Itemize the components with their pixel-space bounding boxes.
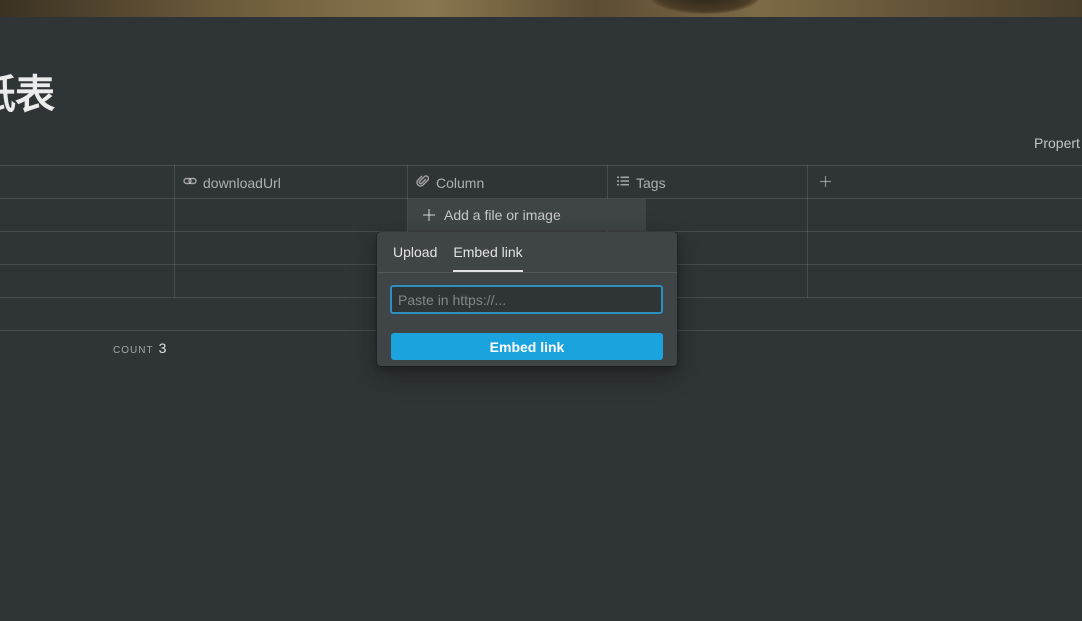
embed-url-input[interactable] [390,285,663,314]
cover-image [0,0,1082,17]
add-file-label: Add a file or image [444,207,561,223]
tab-embed-link[interactable]: Embed link [453,232,523,272]
column-header-column[interactable]: Column [416,166,484,199]
plus-icon [423,209,435,221]
paperclip-icon [416,174,430,191]
count-summary[interactable]: COUNT 3 [113,340,166,356]
count-label: COUNT [113,345,154,356]
column-name: Tags [636,174,666,191]
list-icon [616,174,630,191]
column-header-tags[interactable]: Tags [616,166,666,199]
link-icon [183,174,197,191]
file-embed-popup: Upload Embed link Embed link [377,232,677,366]
count-value: 3 [158,340,167,356]
tab-upload[interactable]: Upload [393,232,437,272]
embed-link-button[interactable]: Embed link [391,333,663,360]
add-file-button[interactable]: Add a file or image [408,199,646,231]
divider [377,272,677,273]
page-title: 纸表 [0,72,55,118]
column-header-downloadurl[interactable]: downloadUrl [183,166,281,199]
popup-tabs: Upload Embed link [393,232,523,272]
column-name: downloadUrl [203,174,281,191]
add-column-button[interactable] [816,172,834,190]
plus-icon [819,175,831,187]
column-name: Column [436,174,485,191]
properties-button[interactable]: Propert [1034,135,1080,151]
